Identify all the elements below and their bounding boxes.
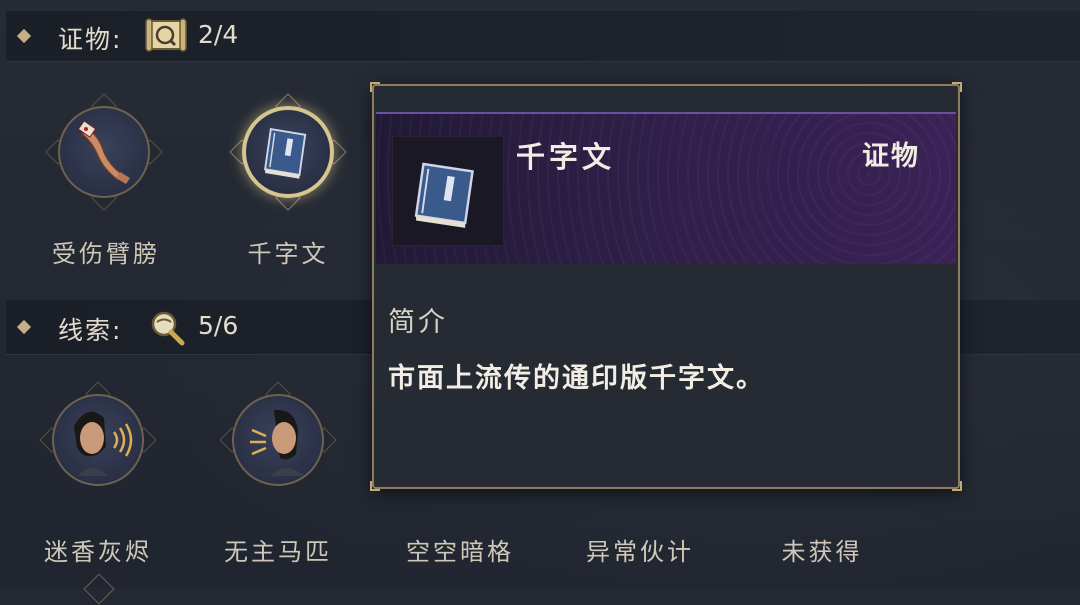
injured-arm-icon bbox=[77, 120, 130, 184]
clue-count: 5/6 bbox=[198, 311, 239, 340]
clue-label-1: 迷香灰烬 bbox=[44, 538, 152, 566]
slot-disc bbox=[232, 394, 324, 486]
clue-slot-1[interactable] bbox=[38, 380, 158, 500]
evidence-slot-book[interactable] bbox=[228, 92, 348, 212]
tooltip-corner bbox=[952, 481, 962, 491]
item-name: 千字文 bbox=[516, 140, 616, 174]
item-tooltip: 千字文 证物 简介 市面上流传的通印版千字文。 bbox=[370, 82, 962, 491]
evidence-label-injured-arm: 受伤臂膀 bbox=[52, 240, 160, 268]
scroll-evidence-icon bbox=[145, 18, 187, 52]
slot-disc bbox=[52, 394, 144, 486]
man-breathing-icon bbox=[250, 409, 304, 476]
tooltip-corner bbox=[370, 82, 380, 92]
evidence-slot-injured-arm[interactable] bbox=[44, 92, 164, 212]
clue-label-4: 异常伙计 bbox=[586, 538, 694, 566]
tooltip-corner bbox=[952, 82, 962, 92]
item-type: 证物 bbox=[862, 141, 920, 172]
tooltip-corner bbox=[370, 481, 380, 491]
clue-title: 线索: bbox=[58, 316, 123, 345]
clue-label-2: 无主马匹 bbox=[224, 538, 332, 566]
clue-label-3: 空空暗格 bbox=[406, 538, 514, 566]
evidence-count: 2/4 bbox=[198, 20, 239, 49]
item-thumbnail bbox=[392, 136, 504, 246]
description-text: 市面上流传的通印版千字文。 bbox=[388, 363, 765, 394]
book-icon bbox=[414, 162, 474, 228]
book-icon bbox=[264, 127, 307, 179]
evidence-label-book: 千字文 bbox=[247, 240, 329, 268]
slot-disc bbox=[242, 106, 334, 198]
slot-disc bbox=[58, 106, 150, 198]
man-smelling-icon bbox=[74, 411, 133, 476]
clue-slot-2[interactable] bbox=[218, 380, 338, 500]
clue-label-5: 未获得 bbox=[781, 538, 863, 566]
description-heading: 简介 bbox=[388, 307, 448, 338]
magnifier-clue-icon bbox=[151, 311, 185, 346]
bullet-diamond-icon bbox=[16, 319, 32, 335]
tooltip-header: 千字文 证物 bbox=[376, 112, 956, 264]
evidence-section-header: 证物: 2/4 bbox=[6, 11, 1080, 62]
evidence-title: 证物: bbox=[58, 25, 123, 54]
bullet-diamond-icon bbox=[16, 28, 32, 44]
